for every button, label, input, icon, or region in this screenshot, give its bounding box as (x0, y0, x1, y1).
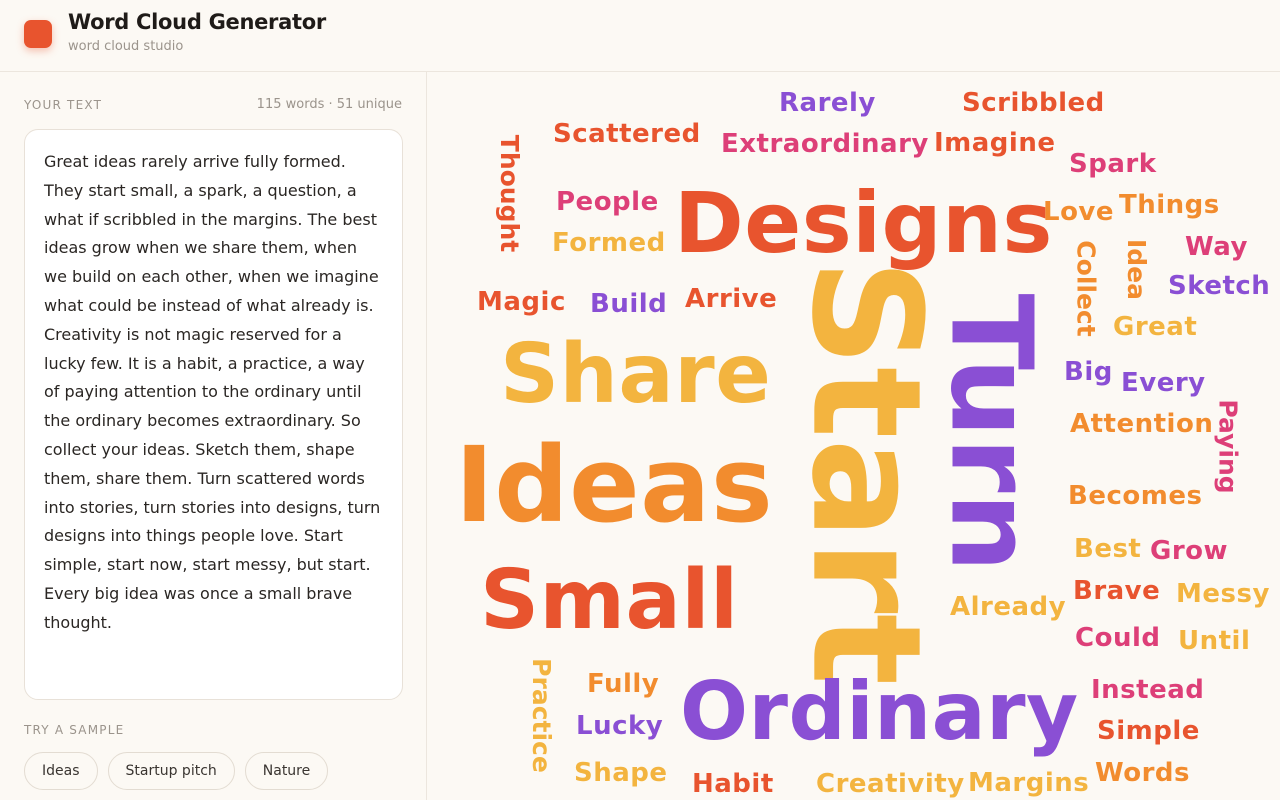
cloud-word-sketch[interactable]: Sketch (1168, 273, 1270, 299)
cloud-word-things[interactable]: Things (1119, 192, 1220, 218)
cloud-word-brave[interactable]: Brave (1073, 578, 1160, 604)
cloud-word-way[interactable]: Way (1185, 234, 1248, 260)
cloud-word-scattered[interactable]: Scattered (553, 121, 701, 147)
cloud-word-arrive[interactable]: Arrive (685, 286, 777, 312)
cloud-word-share[interactable]: Share (500, 334, 771, 416)
cloud-word-habit[interactable]: Habit (692, 771, 774, 797)
cloud-word-margins[interactable]: Margins (968, 770, 1089, 796)
cloud-word-big[interactable]: Big (1064, 359, 1113, 385)
cloud-word-shape[interactable]: Shape (574, 760, 668, 786)
text-input[interactable]: Great ideas rarely arrive fully formed. … (24, 129, 403, 700)
cloud-word-magic[interactable]: Magic (477, 289, 566, 315)
cloud-word-words[interactable]: Words (1095, 760, 1190, 786)
cloud-word-already[interactable]: Already (950, 594, 1066, 620)
app-header: Word Cloud Generator word cloud studio (0, 0, 1280, 72)
word-cloud: Start Ideas Turn Ordinary Designs Share Small R… (428, 73, 1280, 800)
cloud-word-rarely[interactable]: Rarely (779, 90, 876, 116)
app-logo-icon (24, 20, 52, 48)
cloud-word-grow[interactable]: Grow (1150, 538, 1228, 564)
cloud-word-people[interactable]: People (556, 189, 659, 215)
cloud-word-could[interactable]: Could (1075, 625, 1160, 651)
cloud-word-until[interactable]: Until (1178, 628, 1250, 654)
cloud-word-great[interactable]: Great (1113, 314, 1197, 340)
sample-chips: Ideas Startup pitch Nature (24, 752, 329, 790)
cloud-word-attention[interactable]: Attention (1070, 411, 1213, 437)
sample-chip-ideas[interactable]: Ideas (24, 752, 98, 790)
app-subtitle: word cloud studio (68, 39, 184, 54)
cloud-word-start[interactable]: Start (778, 259, 952, 686)
cloud-word-best[interactable]: Best (1074, 536, 1141, 562)
cloud-word-ideas[interactable]: Ideas (455, 433, 773, 537)
cloud-word-simple[interactable]: Simple (1097, 718, 1200, 744)
cloud-word-thought[interactable]: Thought (495, 134, 524, 251)
try-sample-label: TRY A SAMPLE (24, 723, 125, 737)
cloud-word-every[interactable]: Every (1121, 370, 1206, 396)
cloud-word-fully[interactable]: Fully (587, 671, 659, 697)
cloud-word-collect[interactable]: Collect (1072, 240, 1101, 336)
cloud-word-ordinary[interactable]: Ordinary (680, 672, 1079, 752)
cloud-word-love[interactable]: Love (1043, 199, 1114, 225)
cloud-word-paying[interactable]: Paying (1214, 399, 1243, 493)
cloud-word-becomes[interactable]: Becomes (1068, 483, 1202, 509)
input-panel: YOUR TEXT 115 words · 51 unique Great id… (0, 72, 427, 800)
cloud-word-practice[interactable]: Practice (526, 658, 555, 773)
app-title: Word Cloud Generator (68, 10, 326, 34)
cloud-word-instead[interactable]: Instead (1091, 677, 1204, 703)
sample-chip-startup-pitch[interactable]: Startup pitch (107, 752, 235, 790)
word-count-stats: 115 words · 51 unique (256, 97, 402, 112)
cloud-word-formed[interactable]: Formed (552, 230, 666, 256)
cloud-word-build[interactable]: Build (590, 291, 667, 317)
cloud-word-scribbled[interactable]: Scribbled (962, 90, 1105, 116)
cloud-word-idea[interactable]: Idea (1122, 238, 1151, 299)
cloud-word-imagine[interactable]: Imagine (934, 130, 1055, 156)
your-text-label: YOUR TEXT (24, 98, 103, 112)
cloud-word-lucky[interactable]: Lucky (576, 713, 663, 739)
cloud-word-creativity[interactable]: Creativity (816, 771, 965, 797)
cloud-word-designs[interactable]: Designs (674, 181, 1053, 265)
cloud-word-extraordinary[interactable]: Extraordinary (721, 131, 929, 157)
cloud-word-messy[interactable]: Messy (1176, 581, 1270, 607)
sample-chip-nature[interactable]: Nature (244, 752, 329, 790)
cloud-word-turn[interactable]: Turn (925, 294, 1055, 573)
cloud-word-small[interactable]: Small (480, 560, 739, 642)
cloud-word-spark[interactable]: Spark (1069, 151, 1157, 177)
